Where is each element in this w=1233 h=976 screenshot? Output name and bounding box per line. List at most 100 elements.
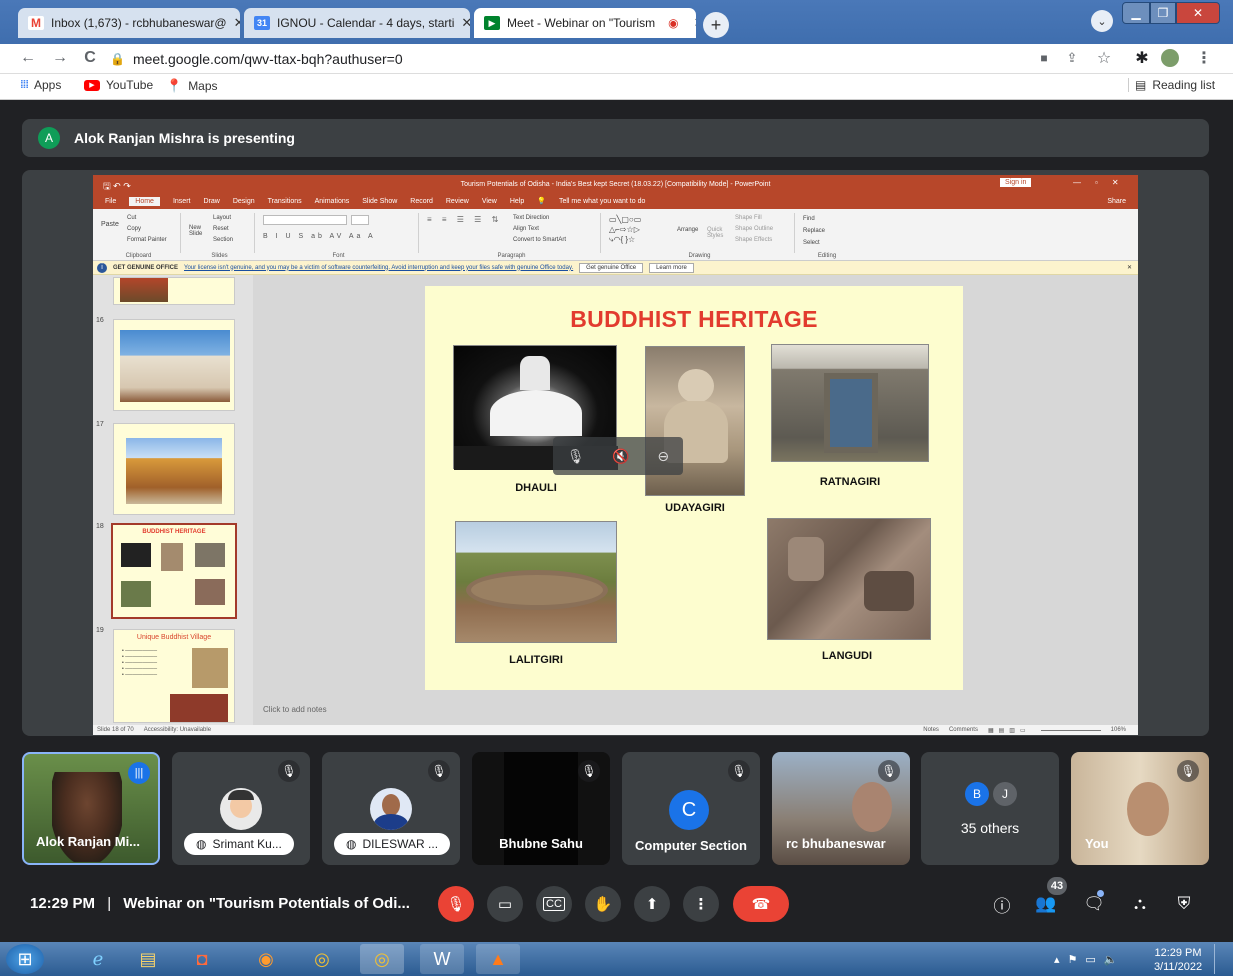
chat-button[interactable]: 🗨 [1078,888,1110,920]
menu-icon[interactable]: ⋮ [1194,47,1214,69]
minimize-button[interactable]: ▁ [1122,2,1150,24]
ribbon-group-drawing: ▭╲▢○▭ △⌐⇨☆▷ ⤷◠{ }☆ Arrange Quick Styles Sh… [605,213,795,259]
participant-tile-srimant[interactable]: 🎙 ◍ Srimant Ku... [172,752,310,865]
ribbon-group-editing: Find Replace Select Editing [799,213,855,259]
back-icon[interactable]: ← [18,47,38,69]
thumbnail-title: Unique Buddhist Village [136,634,212,641]
raise-hand-button[interactable]: ✋ [585,886,621,922]
participant-tile-alok[interactable]: ||| Alok Ranjan Mi... [22,752,160,865]
captions-button[interactable]: CC [536,886,572,922]
message-text: Your license isn't genuine, and you may … [184,264,574,271]
ribbon-group-paragraph: ≡ ≡ ☰ ☰ ⇅ Text Direction Align Text Conv… [423,213,601,259]
tab-search-button[interactable]: ⌄ [1091,10,1113,32]
extensions-icon[interactable]: ✱ [1132,47,1152,69]
thumbnail-number: 18 [96,523,104,530]
close-icon[interactable]: ✕ [461,15,470,31]
arrange-label: Arrange [677,227,699,233]
copy-label: Copy [127,226,142,232]
status-comments: Comments [948,727,978,733]
ppt-menu-bar: File Home Insert Draw Design Transitions… [93,193,1138,209]
new-tab-button[interactable]: + [703,12,729,38]
reset-label: Reset [213,226,229,232]
chrome-icon[interactable]: ◎ [300,944,344,974]
mic-off-icon[interactable]: 🎙 [567,448,585,465]
ppt-ribbon: Paste Cut Copy Format Painter Clipboard … [93,209,1138,261]
thumbnail-number: 16 [96,317,104,324]
camera-toggle-button[interactable]: ▭ [487,886,523,922]
window-close-button[interactable]: ✕ [1176,2,1220,24]
firefox-icon[interactable]: ◉ [244,944,288,974]
pin-icon: ◍ [346,837,357,851]
slide-title: BUDDHIST HERITAGE [570,306,818,332]
caption-lalitgiri: LALITGIRI [509,654,563,666]
camera-icon[interactable]: ■ [1034,47,1054,69]
convert-smartart-label: Convert to SmartArt [513,237,567,243]
chat-icon: 🗨 [1083,894,1105,913]
share-icon[interactable]: ⇪ [1062,47,1082,69]
pin-icon: ◍ [196,837,207,851]
avatar: C [669,790,709,830]
slide-thumbnail-18-selected: BUDDHIST HERITAGE [111,523,237,619]
ppt-menu-item: View [481,197,497,205]
ribbon-group-label: Slides [211,253,228,259]
mic-muted-icon: 🎙 [878,760,900,782]
present-button[interactable]: ⬆ [634,886,670,922]
taskbar-clock[interactable]: 12:29 PM 3/11/2022 [1148,946,1208,974]
message-label: GET GENUINE OFFICE [113,264,179,271]
paste-label: Paste [101,221,119,228]
clock-time: 12:29 PM [1154,947,1202,959]
volume-off-icon[interactable]: 🔇 [612,448,629,465]
forward-icon[interactable]: → [50,47,70,69]
participant-tile-you[interactable]: 🎙 You [1071,752,1209,865]
meeting-details-button[interactable]: ⓘ [986,888,1018,920]
get-genuine-button: Get genuine Office [579,262,644,273]
participant-name-pill: ◍ Srimant Ku... [184,833,294,855]
bookmark-star-icon[interactable]: ☆ [1094,47,1114,69]
host-controls-button[interactable]: ⛨ [1168,888,1200,920]
windows-logo-icon: ⊞ [17,948,33,969]
reading-list-button[interactable]: ▤ Reading list [1128,78,1215,92]
mic-toggle-button[interactable]: 🎙 [438,886,474,922]
more-options-button[interactable]: ⋮ [683,886,719,922]
tab-calendar[interactable]: 31 IGNOU - Calendar - 4 days, starti ✕ [244,8,470,38]
ribbon-group-label: Drawing [688,253,711,259]
start-button[interactable]: ⊞ [6,944,44,974]
bookmark-youtube[interactable]: ▶ YouTube [84,78,153,92]
presenter-overlay-controls[interactable]: 🎙 🔇 ⊖ [553,437,683,475]
participant-tile-computer-section[interactable]: 🎙 C Computer Section [622,752,760,865]
hang-up-icon: ☎ [751,896,771,913]
chrome-active-icon[interactable]: ◎ [360,944,404,974]
quick-styles-label: Quick Styles [707,227,724,239]
participant-tile-bhubne[interactable]: 🎙 Bhubne Sahu [472,752,610,865]
remove-icon[interactable]: ⊖ [657,448,669,465]
system-tray-icons[interactable]: ▴⚑▭🔈 [1054,953,1125,966]
close-icon[interactable]: ✕ [234,15,240,31]
hand-icon: ✋ [593,896,613,913]
profile-avatar[interactable] [1160,47,1180,69]
zoom-slider [1040,729,1101,731]
ribbon-group-label: Clipboard [125,253,152,259]
participant-tile-others[interactable]: B J 35 others [921,752,1059,865]
omnibox[interactable]: 🔒 meet.google.com/qwv-ttax-bqh?authuser=… [110,47,1030,71]
tab-gmail[interactable]: M Inbox (1,673) - rcbhubaneswar@ ✕ [18,8,240,38]
bookmark-maps[interactable]: 📍 Maps [166,78,218,94]
bookmark-apps[interactable]: ⁞⁞⁞ Apps [20,78,61,92]
presenting-text: Alok Ranjan Mishra is presenting [74,130,295,146]
show-desktop-button[interactable] [1214,944,1228,974]
reload-icon[interactable]: C [80,47,100,69]
close-icon[interactable]: ✕ [694,15,696,31]
leave-call-button[interactable]: ☎ [733,886,789,922]
zoom-level: 106% [1110,727,1126,733]
file-explorer-icon[interactable]: ▤ [126,944,170,974]
cut-label: Cut [127,215,137,221]
office-icon[interactable]: ◘ [180,944,224,974]
vlc-icon[interactable]: ▲ [476,944,520,974]
notes-placeholder: Click to add notes [263,705,327,714]
tab-meet[interactable]: ▶ Meet - Webinar on "Tourism ◉ ✕ [474,8,696,38]
activities-button[interactable]: ⛬ [1124,888,1156,920]
word-icon[interactable]: W [420,944,464,974]
maximize-button[interactable]: ❐ [1150,2,1176,24]
internet-explorer-icon[interactable]: ℯ [76,944,120,974]
participant-tile-rc-bhubaneswar[interactable]: 🎙 rc bhubaneswar [772,752,910,865]
participant-tile-dileswar[interactable]: 🎙 ◍ DILESWAR ... [322,752,460,865]
